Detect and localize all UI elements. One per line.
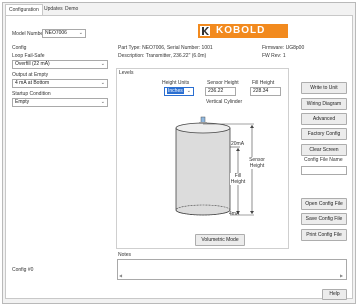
loop-fail-safe-value: Overfill (22 mA) <box>15 61 50 67</box>
loop-fail-safe-label: Loop Fail-Safe <box>12 53 45 59</box>
tank-vessel <box>175 122 231 216</box>
config-file-name-label: Config File Name <box>304 157 343 163</box>
height-units-label: Height Units <box>162 80 190 86</box>
model-number-select[interactable]: NEO7006 ⌄ <box>42 29 86 38</box>
fill-height-label: Fill Height <box>252 80 275 86</box>
vessel-type-label: Vertical Cylinder <box>206 99 243 105</box>
sensor-height-value: 236.22 <box>208 88 224 94</box>
tab-updates-label: Updates <box>44 6 63 12</box>
model-number-label: Model Number <box>12 31 45 37</box>
chevron-down-icon: ⌄ <box>78 30 83 36</box>
fw-rev-text: FW Rev: 1 <box>262 53 286 59</box>
tab-demo-label: Demo <box>65 6 79 12</box>
model-number-value: NEO7006 <box>45 30 67 36</box>
open-config-file-button[interactable]: Open Config File <box>301 198 347 210</box>
startup-condition-select[interactable]: Empty ⌄ <box>12 98 108 107</box>
tab-configuration-label: Configuration <box>9 7 39 13</box>
kobold-logo-text: KOBOLD <box>216 25 266 36</box>
config-number-label: Config #0 <box>12 267 34 273</box>
bottom-ma-label: 4mA <box>229 211 240 217</box>
sensor-height-diagram-label: Sensor Height <box>246 157 268 169</box>
sensor-height-label: Sensor Height <box>207 80 239 86</box>
write-to-unit-button[interactable]: Write to Unit <box>301 82 347 94</box>
height-units-select[interactable]: Inches ⌄ <box>164 87 194 96</box>
clear-screen-button[interactable]: Clear Screen <box>301 144 347 156</box>
notes-label: Notes <box>118 252 132 258</box>
advanced-button[interactable]: Advanced <box>301 113 347 125</box>
fill-height-input[interactable]: 228.34 <box>250 87 281 96</box>
config-label: Config <box>12 45 27 51</box>
description-text: Description: Transmitter, 236.22" (6.0m) <box>118 53 207 59</box>
output-at-empty-select[interactable]: 4 mA at Bottom ⌄ <box>12 79 108 88</box>
config-file-name-input[interactable] <box>301 166 347 175</box>
fill-height-diagram-label: Fill Height <box>230 173 246 185</box>
top-ma-label: 20mA <box>231 141 245 147</box>
tank-diagram <box>168 114 278 224</box>
startup-condition-value: Empty <box>15 99 30 105</box>
print-config-file-button[interactable]: Print Config File <box>301 229 347 241</box>
part-type-text: Part Type: NEO7006, Serial Number: 1001 <box>118 45 213 51</box>
chevron-down-icon: ⌄ <box>186 88 191 94</box>
help-button[interactable]: Help <box>322 289 347 300</box>
height-units-value: Inches <box>167 88 184 94</box>
notes-textarea[interactable] <box>117 259 347 280</box>
sensor-icon <box>199 116 207 124</box>
wiring-diagram-button[interactable]: Wiring Diagram <box>301 98 347 110</box>
output-at-empty-value: 4 mA at Bottom <box>15 80 50 86</box>
volumetric-mode-button[interactable]: Volumetric Mode <box>195 234 245 246</box>
sensor-height-input[interactable]: 236.22 <box>205 87 236 96</box>
chevron-down-icon: ⌄ <box>100 99 105 105</box>
startup-condition-label: Startup Condition <box>12 91 51 97</box>
scroll-right-icon[interactable]: ▶ <box>340 273 344 278</box>
output-at-empty-label: Output at Empty <box>12 72 49 78</box>
factory-config-button[interactable]: Factory Config <box>301 128 347 140</box>
save-config-file-button[interactable]: Save Config File <box>301 213 347 225</box>
kobold-logo: KOBOLD <box>198 23 288 39</box>
fill-height-value: 228.34 <box>253 88 269 94</box>
chevron-down-icon: ⌄ <box>100 61 105 67</box>
tab-demo[interactable]: Demo <box>62 4 81 15</box>
scroll-left-icon[interactable]: ◀ <box>119 273 123 278</box>
firmware-text: Firmware: UG8p00 <box>262 45 305 51</box>
loop-fail-safe-select[interactable]: Overfill (22 mA) ⌄ <box>12 60 108 69</box>
levels-label: Levels <box>119 70 134 76</box>
chevron-down-icon: ⌄ <box>100 80 105 86</box>
